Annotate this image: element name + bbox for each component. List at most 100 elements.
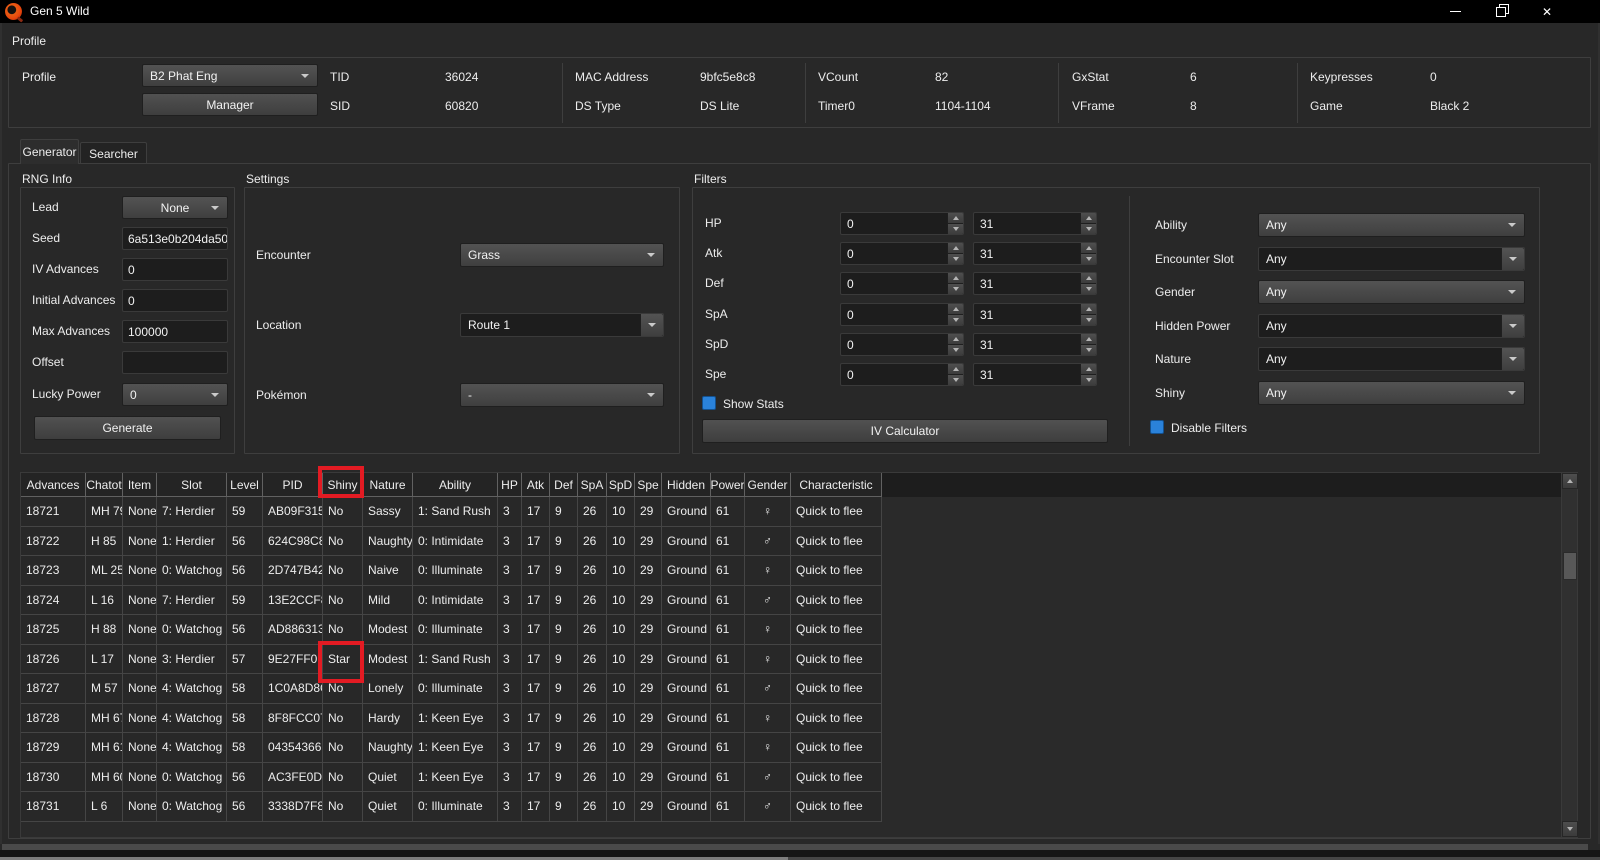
column-header-hp[interactable]: HP: [498, 473, 522, 497]
location-select[interactable]: Route 1: [460, 313, 664, 337]
column-header-nature[interactable]: Nature: [363, 473, 413, 497]
spe-max-spinbox[interactable]: 31: [973, 363, 1097, 386]
menu-profile[interactable]: Profile: [12, 31, 46, 51]
column-header-level[interactable]: Level: [227, 473, 263, 497]
lead-select[interactable]: None: [122, 196, 228, 219]
manager-button[interactable]: Manager: [142, 93, 318, 116]
encounter-slot-select[interactable]: Any: [1258, 247, 1525, 271]
def-max-spinbox-decrement-button[interactable]: [1080, 284, 1096, 294]
column-header-spe[interactable]: Spe: [635, 473, 662, 497]
encounter-slot-select-dropdown-button[interactable]: [1501, 248, 1524, 270]
gender-select[interactable]: Any: [1258, 280, 1525, 304]
scroll-up-button[interactable]: [1562, 473, 1578, 489]
atk-max-spinbox[interactable]: 31: [973, 242, 1097, 265]
lucky-power-select[interactable]: 0: [122, 383, 228, 406]
spd-min-spinbox[interactable]: 0: [840, 333, 964, 356]
column-header-ability[interactable]: Ability: [413, 473, 498, 497]
column-header-characteristic[interactable]: Characteristic: [791, 473, 882, 497]
max-advances-input[interactable]: 100000: [122, 320, 228, 343]
disable-filters-checkbox[interactable]: [1150, 420, 1164, 434]
initial-advances-input[interactable]: 0: [122, 289, 228, 312]
table-row[interactable]: 18725H 88None0: Watchog56AD886313NoModes…: [21, 615, 882, 645]
column-header-spd[interactable]: SpD: [607, 473, 635, 497]
tab-searcher[interactable]: Searcher: [80, 142, 147, 164]
table-row[interactable]: 18728MH 67None4: Watchog588F8FCC07NoHard…: [21, 704, 882, 734]
table-row[interactable]: 18723ML 25None0: Watchog562D747B42NoNaiv…: [21, 556, 882, 586]
iv-calculator-button[interactable]: IV Calculator: [702, 419, 1108, 443]
seed-input[interactable]: 6a513e0b204da507: [122, 227, 228, 250]
table-row[interactable]: 18721MH 79None7: Herdier59AB09F315NoSass…: [21, 497, 882, 527]
column-header-slot[interactable]: Slot: [157, 473, 227, 497]
table-row[interactable]: 18727M 57None4: Watchog581C0A8D8CNoLonel…: [21, 674, 882, 704]
atk-max-spinbox-decrement-button[interactable]: [1080, 254, 1096, 264]
table-row[interactable]: 18722H 85None1: Herdier56624C98C8NoNaugh…: [21, 527, 882, 557]
column-header-advances[interactable]: Advances: [21, 473, 86, 497]
spa-min-spinbox[interactable]: 0: [840, 303, 964, 326]
spe-min-spinbox-decrement-button[interactable]: [947, 375, 963, 385]
spa-min-spinbox-increment-button[interactable]: [947, 304, 963, 315]
atk-min-spinbox-decrement-button[interactable]: [947, 254, 963, 264]
spe-max-spinbox-increment-button[interactable]: [1080, 364, 1096, 375]
column-header-chatot[interactable]: Chatot: [86, 473, 123, 497]
table-row[interactable]: 18731L 6None0: Watchog563338D7F8NoQuiet0…: [21, 792, 882, 822]
spd-min-spinbox-increment-button[interactable]: [947, 334, 963, 345]
atk-max-spinbox-increment-button[interactable]: [1080, 243, 1096, 254]
column-header-item[interactable]: Item: [123, 473, 157, 497]
offset-input[interactable]: [122, 351, 228, 374]
column-header-def[interactable]: Def: [550, 473, 578, 497]
nature-select-dropdown-button[interactable]: [1501, 348, 1524, 370]
column-header-spa[interactable]: SpA: [578, 473, 607, 497]
location-select-dropdown-button[interactable]: [640, 314, 663, 336]
spd-max-spinbox-increment-button[interactable]: [1080, 334, 1096, 345]
generate-button[interactable]: Generate: [34, 416, 221, 440]
column-header-power[interactable]: Power: [711, 473, 745, 497]
pok-mon-select[interactable]: -: [460, 383, 664, 407]
spd-max-spinbox-decrement-button[interactable]: [1080, 345, 1096, 355]
def-max-spinbox[interactable]: 31: [973, 272, 1097, 295]
tab-generator[interactable]: Generator: [20, 139, 79, 164]
table-row[interactable]: 18724L 16None7: Herdier5913E2CCF8NoMild0…: [21, 586, 882, 616]
hp-min-spinbox-decrement-button[interactable]: [947, 224, 963, 234]
nature-select[interactable]: Any: [1258, 347, 1525, 371]
hp-min-spinbox-increment-button[interactable]: [947, 213, 963, 224]
column-header-hidden[interactable]: Hidden: [662, 473, 711, 497]
spe-max-spinbox-decrement-button[interactable]: [1080, 375, 1096, 385]
def-min-spinbox[interactable]: 0: [840, 272, 964, 295]
def-max-spinbox-increment-button[interactable]: [1080, 273, 1096, 284]
hp-min-spinbox[interactable]: 0: [840, 212, 964, 235]
shiny-select[interactable]: Any: [1258, 381, 1525, 405]
def-min-spinbox-increment-button[interactable]: [947, 273, 963, 284]
table-row[interactable]: 18729MH 61None4: Watchog5804354366NoNaug…: [21, 733, 882, 763]
hidden-power-select[interactable]: Any: [1258, 314, 1525, 338]
hp-max-spinbox[interactable]: 31: [973, 212, 1097, 235]
column-header-shiny[interactable]: Shiny: [323, 473, 363, 497]
spe-min-spinbox-increment-button[interactable]: [947, 364, 963, 375]
spa-max-spinbox-increment-button[interactable]: [1080, 304, 1096, 315]
atk-min-spinbox-increment-button[interactable]: [947, 243, 963, 254]
atk-min-spinbox[interactable]: 0: [840, 242, 964, 265]
scroll-down-button[interactable]: [1562, 821, 1578, 837]
profile-select[interactable]: B2 Phat Eng: [142, 64, 318, 87]
show-stats-checkbox[interactable]: [702, 396, 716, 410]
vertical-scrollbar[interactable]: [1561, 473, 1577, 837]
close-button[interactable]: ✕: [1524, 0, 1570, 23]
def-min-spinbox-decrement-button[interactable]: [947, 284, 963, 294]
hp-max-spinbox-increment-button[interactable]: [1080, 213, 1096, 224]
spe-min-spinbox[interactable]: 0: [840, 363, 964, 386]
column-header-pid[interactable]: PID: [263, 473, 323, 497]
column-header-atk[interactable]: Atk: [522, 473, 550, 497]
column-header-gender[interactable]: Gender: [745, 473, 791, 497]
hidden-power-select-dropdown-button[interactable]: [1501, 315, 1524, 337]
restore-button[interactable]: [1478, 0, 1524, 23]
minimize-button[interactable]: [1432, 0, 1478, 23]
iv-advances-input[interactable]: 0: [122, 258, 228, 281]
table-row[interactable]: 18730MH 60None0: Watchog56AC3FE0D5NoQuie…: [21, 763, 882, 793]
ability-select[interactable]: Any: [1258, 213, 1525, 237]
scrollbar-handle[interactable]: [1563, 552, 1577, 580]
hp-max-spinbox-decrement-button[interactable]: [1080, 224, 1096, 234]
table-row[interactable]: 18726L 17None3: Herdier579E27FF0DStarMod…: [21, 645, 882, 675]
spa-max-spinbox-decrement-button[interactable]: [1080, 315, 1096, 325]
encounter-select[interactable]: Grass: [460, 243, 664, 267]
spd-min-spinbox-decrement-button[interactable]: [947, 345, 963, 355]
spa-max-spinbox[interactable]: 31: [973, 303, 1097, 326]
